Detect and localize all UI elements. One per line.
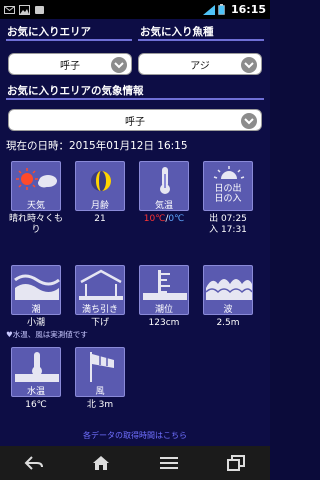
area-select[interactable]: 呼子 (8, 53, 132, 75)
weather-info-title: お気に入りエリアの気象情報 (7, 85, 144, 97)
water-temperature-value: 16℃ (25, 400, 47, 410)
back-button[interactable] (14, 448, 54, 478)
wind-label: 風 (95, 387, 105, 397)
status-time: 16:15 (230, 3, 266, 16)
data-time-link[interactable]: 各データの取得時間はこちら (0, 430, 270, 441)
chevron-down-icon (111, 57, 127, 73)
sunrise-sunset-tile[interactable]: 日の出 日の入 出 07:25 入 17:31 (199, 161, 257, 236)
temperature-high: 10℃ (143, 214, 166, 224)
temperature-low: 0℃ (168, 214, 185, 224)
fish-select-value: アジ (190, 60, 210, 72)
favorite-fish-title: お気に入り魚種 (140, 26, 214, 38)
status-bar: 16:15 (0, 0, 270, 19)
sunrise-sunset-value: 出 07:25 入 17:31 (209, 214, 247, 235)
home-icon (93, 456, 110, 470)
gallery-icon (19, 4, 30, 15)
wind-value: 北 3m (86, 400, 114, 410)
menu-icon (159, 457, 178, 469)
wave-value: 2.5m (216, 318, 240, 328)
water-temperature-label: 水温 (26, 387, 45, 397)
tide-type-label: 潮 (31, 305, 41, 315)
current-datetime: 現在の日時：2015年01月12日 16:15 (6, 140, 188, 152)
tide-wave-icon: 潮 (11, 265, 61, 315)
chevron-down-icon (241, 57, 257, 73)
thermometer-icon: 気温 (139, 161, 189, 211)
waves-icon: 波 (203, 265, 253, 315)
ebb-flow-tile[interactable]: 満ち引き 下げ (71, 265, 129, 329)
wind-tile[interactable]: 風 北 3m (71, 347, 129, 411)
moon-icon: 月齢 (75, 161, 125, 211)
ebb-flow-label: 満ち引き (81, 305, 118, 315)
divider (6, 39, 132, 41)
ebb-flow-value: 下げ (90, 318, 109, 328)
tide-level-label: 潮位 (154, 305, 173, 315)
divider (6, 98, 264, 100)
fish-select[interactable]: アジ (138, 53, 262, 75)
weather-value: 晴れ時々くもり (8, 214, 63, 235)
water-temperature-tile[interactable]: 水温 16℃ (7, 347, 65, 411)
main-content: お気に入りエリア お気に入り魚種 呼子 アジ お気に入りエリアの気象情報 呼子 … (0, 19, 270, 446)
email-icon (4, 5, 15, 14)
signal-icon (202, 4, 215, 15)
ebb-flow-icon: 満ち引き (75, 265, 125, 315)
weather-area-select-value: 呼子 (125, 116, 145, 128)
chevron-down-icon (241, 113, 257, 129)
divider (138, 39, 264, 41)
water-temp-icon: 水温 (11, 347, 61, 397)
menu-button[interactable] (149, 448, 189, 478)
battery-icon (218, 4, 225, 15)
measurement-note: ♥水温、風は実測値です (6, 330, 88, 339)
weather-area-select[interactable]: 呼子 (8, 109, 262, 131)
moon-age-value: 21 (94, 214, 106, 224)
temperature-label: 気温 (154, 201, 173, 211)
tide-type-tile[interactable]: 潮 小潮 (7, 265, 65, 329)
sunrise-sunset-label: 日の出 日の入 (214, 184, 242, 204)
tide-level-value: 123cm (148, 318, 180, 328)
temperature-value: 10℃/0℃ (135, 214, 193, 225)
recent-apps-button[interactable] (216, 448, 256, 478)
tide-level-tile[interactable]: 潮位 123cm (135, 265, 193, 329)
home-button[interactable] (81, 448, 121, 478)
sun-cloud-icon: 天気 (11, 161, 61, 211)
wave-tile[interactable]: 波 2.5m (199, 265, 257, 329)
moon-age-label: 月齢 (90, 201, 109, 211)
moon-age-tile[interactable]: 月齢 21 (71, 161, 129, 225)
weather-label: 天気 (26, 201, 45, 211)
tide-type-value: 小潮 (26, 318, 45, 328)
favorite-area-title: お気に入りエリア (7, 26, 91, 38)
recent-apps-icon (227, 455, 246, 471)
wave-label: 波 (223, 305, 233, 315)
tide-level-icon: 潮位 (139, 265, 189, 315)
weather-tile[interactable]: 天気 晴れ時々くもり (7, 161, 65, 236)
area-select-value: 呼子 (60, 60, 80, 72)
windsock-icon: 風 (75, 347, 125, 397)
navigation-bar (0, 446, 270, 480)
temperature-tile[interactable]: 気温 10℃/0℃ (135, 161, 193, 225)
sunrise-icon: 日の出 日の入 (203, 161, 253, 211)
back-icon (24, 456, 43, 470)
notification-icon (35, 5, 44, 14)
